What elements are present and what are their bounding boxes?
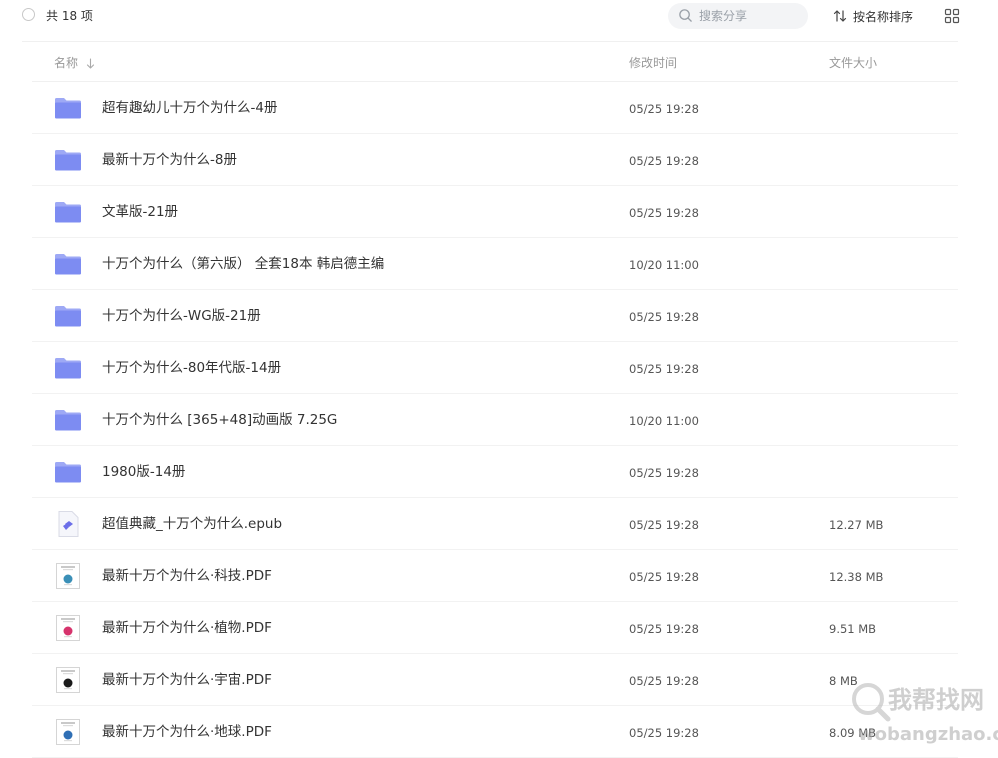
pdf-thumbnail-icon: [56, 667, 80, 693]
folder-icon: [55, 202, 81, 223]
item-count: 共 18 项: [46, 9, 93, 23]
select-all-checkbox[interactable]: [22, 8, 35, 21]
file-name[interactable]: 最新十万个为什么·宇宙.PDF: [102, 671, 272, 689]
file-name[interactable]: 十万个为什么-WG版-21册: [102, 307, 261, 325]
file-modified-time: 05/25 19:28: [629, 310, 699, 324]
file-size: 12.27 MB: [829, 518, 884, 532]
column-size-header[interactable]: 文件大小: [829, 55, 877, 71]
folder-icon: [55, 358, 81, 379]
column-name-label: 名称: [54, 56, 79, 70]
file-name[interactable]: 十万个为什么 [365+48]动画版 7.25G: [102, 411, 337, 429]
file-modified-time: 05/25 19:28: [629, 674, 699, 688]
folder-icon: [55, 150, 81, 171]
column-modified-header[interactable]: 修改时间: [629, 55, 677, 71]
file-modified-time: 05/25 19:28: [629, 102, 699, 116]
folder-icon: [55, 462, 81, 483]
search-icon: [679, 9, 692, 22]
file-modified-time: 05/25 19:28: [629, 570, 699, 584]
file-modified-time: 10/20 11:00: [629, 414, 699, 428]
search-input[interactable]: [699, 7, 799, 25]
file-row[interactable]: 最新十万个为什么-8册 05/25 19:28: [32, 134, 958, 186]
file-modified-time: 05/25 19:28: [629, 154, 699, 168]
file-size: 9.51 MB: [829, 622, 877, 636]
file-row[interactable]: 最新十万个为什么·科技.PDF 05/25 19:28 12.38 MB: [32, 550, 958, 602]
file-row[interactable]: 十万个为什么（第六版） 全套18本 韩启德主编 10/20 11:00: [32, 238, 958, 290]
search-box[interactable]: [668, 3, 808, 29]
file-size: 8.09 MB: [829, 726, 877, 740]
sort-button[interactable]: 按名称排序: [833, 6, 913, 26]
sort-label: 按名称排序: [853, 9, 914, 24]
file-modified-time: 05/25 19:28: [629, 466, 699, 480]
file-row[interactable]: 最新十万个为什么·宇宙.PDF 05/25 19:28 8 MB: [32, 654, 958, 706]
file-row[interactable]: 超值典藏_十万个为什么.epub 05/25 19:28 12.27 MB: [32, 498, 958, 550]
folder-icon: [55, 306, 81, 327]
file-modified-time: 05/25 19:28: [629, 622, 699, 636]
file-name[interactable]: 超有趣幼儿十万个为什么-4册: [102, 99, 277, 117]
column-name-header[interactable]: 名称: [54, 55, 95, 71]
file-row[interactable]: 十万个为什么 [365+48]动画版 7.25G 10/20 11:00: [32, 394, 958, 446]
toolbar-divider: [22, 41, 958, 42]
file-row[interactable]: 最新十万个为什么·植物.PDF 05/25 19:28 9.51 MB: [32, 602, 958, 654]
file-modified-time: 10/20 11:00: [629, 258, 699, 272]
file-name[interactable]: 最新十万个为什么-8册: [102, 151, 237, 169]
folder-icon: [55, 254, 81, 275]
file-row[interactable]: 十万个为什么-80年代版-14册 05/25 19:28: [32, 342, 958, 394]
file-modified-time: 05/25 19:28: [629, 726, 699, 740]
column-header: 名称 修改时间 文件大小: [32, 44, 958, 81]
file-modified-time: 05/25 19:28: [629, 206, 699, 220]
file-row[interactable]: 十万个为什么-WG版-21册 05/25 19:28: [32, 290, 958, 342]
pdf-thumbnail-icon: [56, 719, 80, 745]
file-list: 超有趣幼儿十万个为什么-4册 05/25 19:28 最新十万个为什么-8册 05/…: [32, 82, 958, 758]
folder-icon: [55, 98, 81, 119]
file-name[interactable]: 最新十万个为什么·科技.PDF: [102, 567, 272, 585]
file-row[interactable]: 最新十万个为什么·地球.PDF 05/25 19:28 8.09 MB: [32, 706, 958, 758]
grid-view-icon[interactable]: [944, 8, 960, 24]
file-row[interactable]: 超有趣幼儿十万个为什么-4册 05/25 19:28: [32, 82, 958, 134]
file-name[interactable]: 最新十万个为什么·植物.PDF: [102, 619, 272, 637]
epub-file-icon: [58, 511, 79, 537]
folder-icon: [55, 410, 81, 431]
file-size: 12.38 MB: [829, 570, 884, 584]
pdf-thumbnail-icon: [56, 615, 80, 641]
arrow-down-icon: [86, 57, 95, 69]
file-modified-time: 05/25 19:28: [629, 362, 699, 376]
file-modified-time: 05/25 19:28: [629, 518, 699, 532]
sort-icon: [833, 10, 847, 22]
toolbar: 共 18 项 按名称排序: [0, 0, 998, 34]
file-name[interactable]: 超值典藏_十万个为什么.epub: [102, 515, 282, 533]
file-name[interactable]: 最新十万个为什么·地球.PDF: [102, 723, 272, 741]
file-name[interactable]: 十万个为什么-80年代版-14册: [102, 359, 281, 377]
file-row[interactable]: 文革版-21册 05/25 19:28: [32, 186, 958, 238]
file-name[interactable]: 文革版-21册: [102, 203, 178, 221]
pdf-thumbnail-icon: [56, 563, 80, 589]
file-name[interactable]: 十万个为什么（第六版） 全套18本 韩启德主编: [102, 255, 384, 273]
file-name[interactable]: 1980版-14册: [102, 463, 185, 481]
file-row[interactable]: 1980版-14册 05/25 19:28: [32, 446, 958, 498]
file-size: 8 MB: [829, 674, 858, 688]
